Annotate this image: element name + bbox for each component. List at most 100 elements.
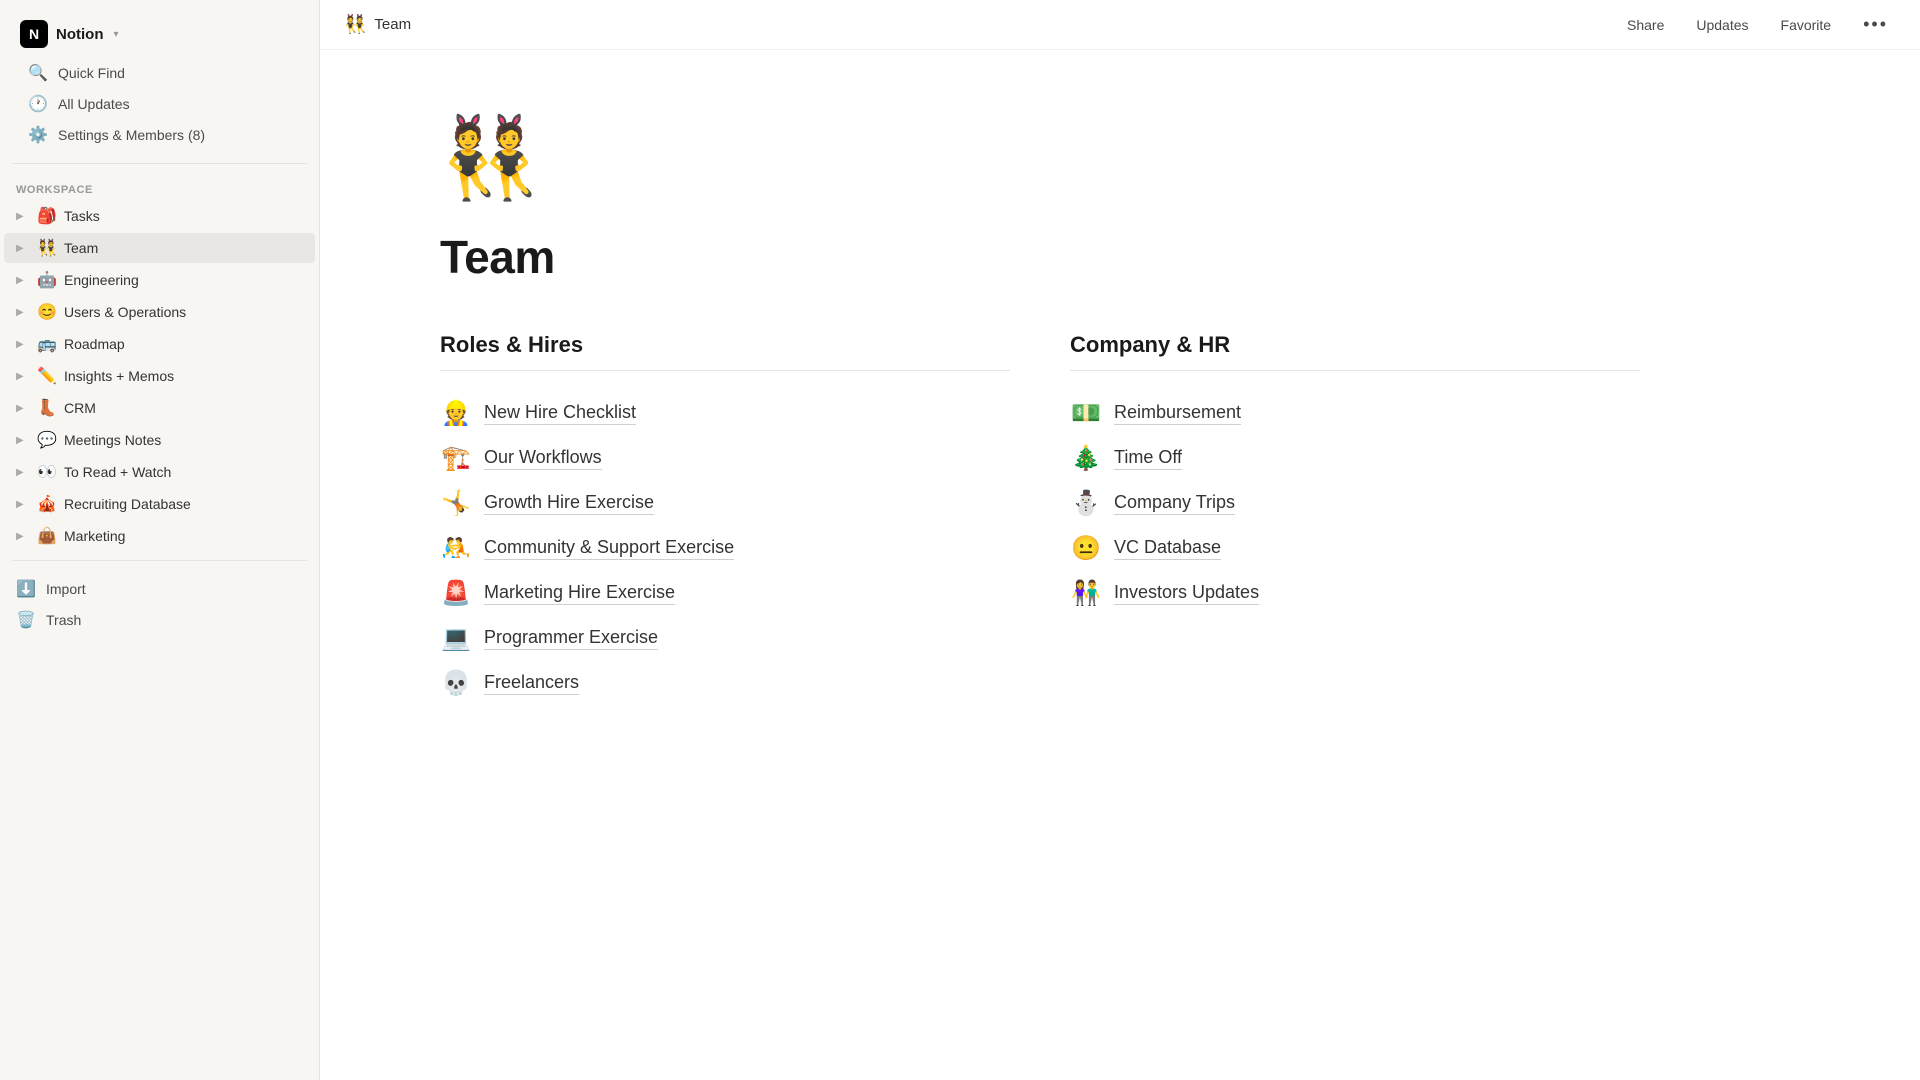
community-support-label: Community & Support Exercise — [484, 537, 734, 560]
workspace-label: WORKSPACE — [0, 172, 319, 200]
arrow-icon: ▶ — [16, 275, 30, 286]
reimbursement-label: Reimbursement — [1114, 402, 1241, 425]
sidebar-item-roadmap[interactable]: ▶ 🚌 Roadmap — [4, 329, 315, 359]
chevron-down-icon: ▾ — [113, 29, 118, 40]
crm-icon: 👢 — [36, 398, 58, 418]
company-trips-label: Company Trips — [1114, 492, 1235, 515]
community-support-icon: 🤼 — [440, 534, 472, 563]
settings-label: Settings & Members (8) — [58, 127, 205, 143]
engineering-label: Engineering — [64, 272, 303, 288]
marketing-hire-label: Marketing Hire Exercise — [484, 582, 675, 605]
time-off-link[interactable]: 🎄 Time Off — [1070, 436, 1640, 481]
more-button[interactable]: ••• — [1855, 10, 1896, 39]
team-icon: 👯 — [36, 238, 58, 258]
time-off-icon: 🎄 — [1070, 444, 1102, 473]
roadmap-label: Roadmap — [64, 336, 303, 352]
columns-container: Roles & Hires 👷 New Hire Checklist 🏗️ Ou… — [440, 332, 1640, 706]
arrow-icon: ▶ — [16, 403, 30, 414]
new-hire-label: New Hire Checklist — [484, 402, 636, 425]
search-icon: 🔍 — [28, 63, 48, 83]
sidebar-divider — [12, 163, 307, 164]
to-read-label: To Read + Watch — [64, 464, 303, 480]
programmer-exercise-link[interactable]: 💻 Programmer Exercise — [440, 616, 1010, 661]
sidebar-item-engineering[interactable]: ▶ 🤖 Engineering — [4, 265, 315, 295]
to-read-icon: 👀 — [36, 462, 58, 482]
users-operations-label: Users & Operations — [64, 304, 303, 320]
notion-logo-row[interactable]: N Notion ▾ — [12, 14, 307, 54]
reimbursement-icon: 💵 — [1070, 399, 1102, 428]
roles-hires-section: Roles & Hires 👷 New Hire Checklist 🏗️ Ou… — [440, 332, 1010, 706]
arrow-icon: ▶ — [16, 531, 30, 542]
sidebar-item-users-operations[interactable]: ▶ 😊 Users & Operations — [4, 297, 315, 327]
arrow-icon: ▶ — [16, 211, 30, 222]
arrow-icon: ▶ — [16, 371, 30, 382]
tasks-label: Tasks — [64, 208, 303, 224]
freelancers-link[interactable]: 💀 Freelancers — [440, 661, 1010, 706]
growth-hire-link[interactable]: 🤸 Growth Hire Exercise — [440, 481, 1010, 526]
investors-updates-label: Investors Updates — [1114, 582, 1259, 605]
quick-find-action[interactable]: 🔍 Quick Find — [16, 58, 303, 88]
settings-action[interactable]: ⚙️ Settings & Members (8) — [16, 120, 303, 150]
arrow-icon: ▶ — [16, 243, 30, 254]
page-cover-emoji: 👯 — [440, 110, 1640, 206]
roles-hires-heading: Roles & Hires — [440, 332, 1010, 358]
growth-hire-icon: 🤸 — [440, 489, 472, 518]
trash-icon: 🗑️ — [16, 610, 36, 630]
sidebar-item-marketing[interactable]: ▶ 👜 Marketing — [4, 521, 315, 551]
company-trips-link[interactable]: ⛄ Company Trips — [1070, 481, 1640, 526]
community-support-link[interactable]: 🤼 Community & Support Exercise — [440, 526, 1010, 571]
clock-icon: 🕐 — [28, 94, 48, 114]
trash-label: Trash — [46, 612, 81, 628]
programmer-icon: 💻 — [440, 624, 472, 653]
company-hr-section: Company & HR 💵 Reimbursement 🎄 Time Off … — [1070, 332, 1640, 706]
sidebar-item-crm[interactable]: ▶ 👢 CRM — [4, 393, 315, 423]
sidebar-item-insights[interactable]: ▶ ✏️ Insights + Memos — [4, 361, 315, 391]
favorite-button[interactable]: Favorite — [1773, 13, 1840, 37]
new-hire-checklist-link[interactable]: 👷 New Hire Checklist — [440, 391, 1010, 436]
freelancers-icon: 💀 — [440, 669, 472, 698]
page-content: 👯 Team Roles & Hires 👷 New Hire Checklis… — [320, 50, 1720, 786]
sidebar-item-team[interactable]: ▶ 👯 Team — [4, 233, 315, 263]
investors-updates-icon: 👫 — [1070, 579, 1102, 608]
freelancers-label: Freelancers — [484, 672, 579, 695]
insights-label: Insights + Memos — [64, 368, 303, 384]
arrow-icon: ▶ — [16, 435, 30, 446]
updates-button[interactable]: Updates — [1688, 13, 1756, 37]
time-off-label: Time Off — [1114, 447, 1182, 470]
column-divider — [1070, 370, 1640, 371]
all-updates-label: All Updates — [58, 96, 130, 112]
topbar-right: Share Updates Favorite ••• — [1619, 10, 1896, 39]
vc-database-icon: 😐 — [1070, 534, 1102, 563]
marketing-hire-link[interactable]: 🚨 Marketing Hire Exercise — [440, 571, 1010, 616]
sidebar-item-tasks[interactable]: ▶ 🎒 Tasks — [4, 201, 315, 231]
page-title: Team — [440, 230, 1640, 284]
team-label: Team — [64, 240, 303, 256]
recruiting-label: Recruiting Database — [64, 496, 303, 512]
sidebar-item-to-read-watch[interactable]: ▶ 👀 To Read + Watch — [4, 457, 315, 487]
share-button[interactable]: Share — [1619, 13, 1672, 37]
sidebar-item-meetings[interactable]: ▶ 💬 Meetings Notes — [4, 425, 315, 455]
import-item[interactable]: ⬇️ Import — [4, 574, 315, 604]
sidebar-bottom: ⬇️ Import 🗑️ Trash — [0, 569, 319, 640]
crm-label: CRM — [64, 400, 303, 416]
sidebar-item-recruiting[interactable]: ▶ 🎪 Recruiting Database — [4, 489, 315, 519]
reimbursement-link[interactable]: 💵 Reimbursement — [1070, 391, 1640, 436]
all-updates-action[interactable]: 🕐 All Updates — [16, 89, 303, 119]
vc-database-label: VC Database — [1114, 537, 1221, 560]
app-name: Notion — [56, 26, 103, 43]
engineering-icon: 🤖 — [36, 270, 58, 290]
arrow-icon: ▶ — [16, 499, 30, 510]
recruiting-icon: 🎪 — [36, 494, 58, 514]
arrow-icon: ▶ — [16, 339, 30, 350]
vc-database-link[interactable]: 😐 VC Database — [1070, 526, 1640, 571]
our-workflows-link[interactable]: 🏗️ Our Workflows — [440, 436, 1010, 481]
import-label: Import — [46, 581, 86, 597]
main-content: 👯 Team Share Updates Favorite ••• 👯 Team… — [320, 0, 1920, 1080]
import-icon: ⬇️ — [16, 579, 36, 599]
notion-icon: N — [20, 20, 48, 48]
trash-item[interactable]: 🗑️ Trash — [4, 605, 315, 635]
investors-updates-link[interactable]: 👫 Investors Updates — [1070, 571, 1640, 616]
meetings-icon: 💬 — [36, 430, 58, 450]
marketing-label: Marketing — [64, 528, 303, 544]
column-divider — [440, 370, 1010, 371]
